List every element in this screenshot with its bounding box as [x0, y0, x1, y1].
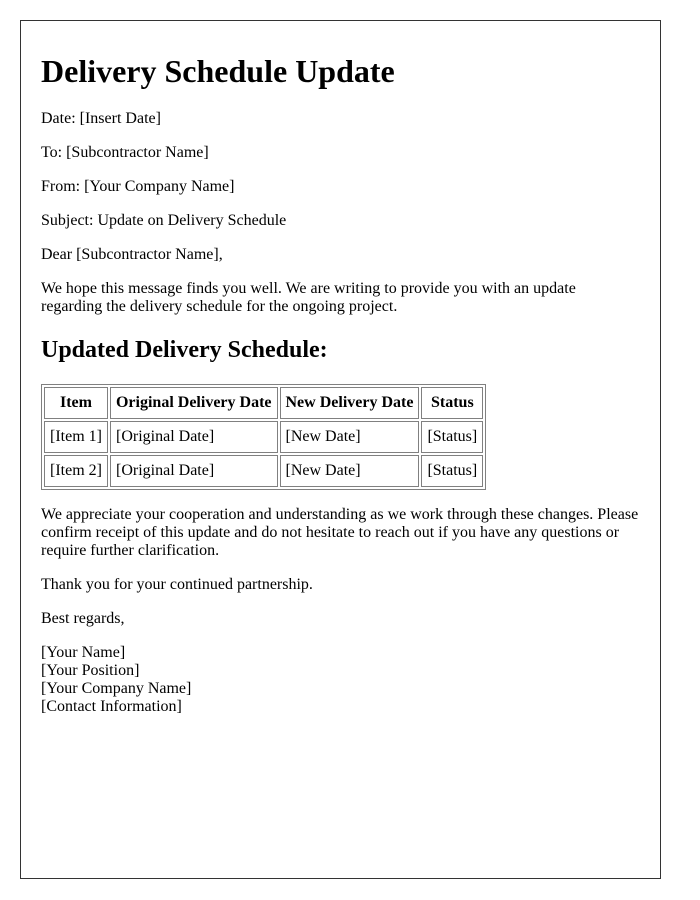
cell-original-date: [Original Date]: [109, 455, 278, 487]
cell-status: [Status]: [421, 455, 484, 487]
page-title: Delivery Schedule Update: [41, 53, 395, 89]
intro-paragraph: We hope this message finds you well. We …: [41, 280, 576, 315]
cell-item: [Item 1]: [44, 421, 108, 453]
schedule-table: Item Original Delivery Date New Delivery…: [41, 384, 487, 490]
header-item: Item: [44, 387, 108, 419]
subject-line: Subject: Update on Delivery Schedule: [41, 212, 287, 229]
table-row: [Item 1] [Original Date] [New Date] [Sta…: [44, 421, 484, 453]
section-title: Updated Delivery Schedule:: [41, 337, 328, 363]
cell-new-date: [New Date]: [279, 421, 420, 453]
signature-company: [Your Company Name]: [41, 680, 192, 697]
sign-off: Best regards,: [41, 610, 125, 627]
date-line: Date: [Insert Date]: [41, 110, 161, 127]
header-status: Status: [421, 387, 484, 419]
from-line: From: [Your Company Name]: [41, 178, 235, 195]
signature-position: [Your Position]: [41, 662, 140, 679]
header-new-date: New Delivery Date: [279, 387, 420, 419]
header-original-date: Original Delivery Date: [109, 387, 278, 419]
cell-status: [Status]: [421, 421, 484, 453]
cell-item: [Item 2]: [44, 455, 108, 487]
signature-block: [Your Name] [Your Position] [Your Compan…: [41, 644, 640, 716]
salutation: Dear [Subcontractor Name],: [41, 246, 223, 263]
table-row: [Item 2] [Original Date] [New Date] [Sta…: [44, 455, 484, 487]
to-line: To: [Subcontractor Name]: [41, 144, 209, 161]
letter-page: Delivery Schedule Update Date: [Insert D…: [20, 20, 661, 879]
closing-paragraph: We appreciate your cooperation and under…: [41, 506, 639, 559]
cell-original-date: [Original Date]: [109, 421, 278, 453]
signature-name: [Your Name]: [41, 644, 126, 661]
cell-new-date: [New Date]: [279, 455, 420, 487]
signature-contact: [Contact Information]: [41, 698, 182, 715]
table-header-row: Item Original Delivery Date New Delivery…: [44, 387, 484, 419]
thanks-line: Thank you for your continued partnership…: [41, 576, 313, 593]
